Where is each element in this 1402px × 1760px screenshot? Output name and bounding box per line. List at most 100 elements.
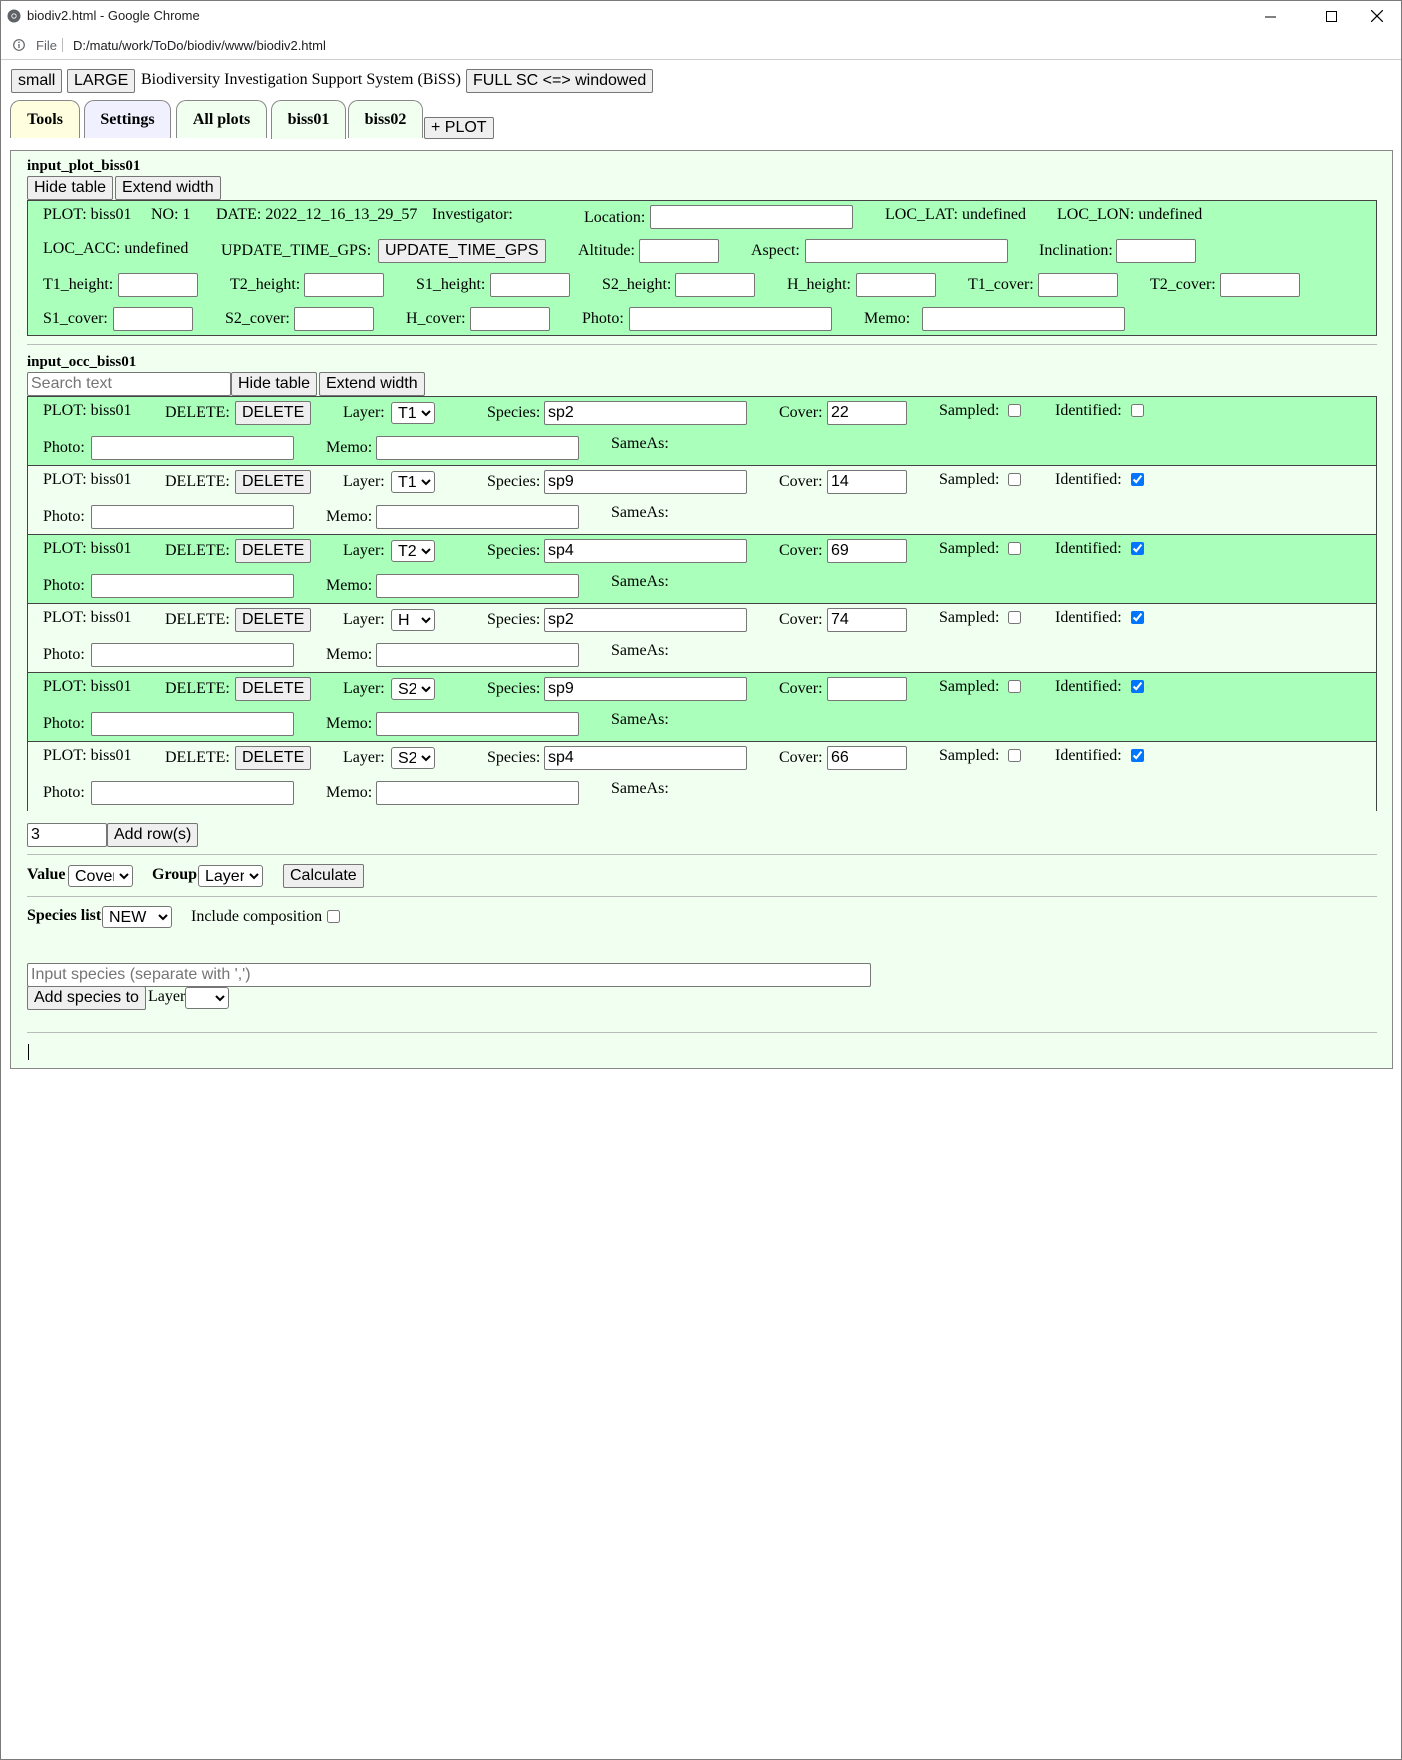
layer-select[interactable]: H	[391, 609, 435, 631]
tab-tools[interactable]: Tools	[10, 100, 80, 138]
species-layer-select[interactable]	[185, 987, 229, 1009]
plot-hide-table-button[interactable]: Hide table	[27, 176, 114, 200]
t1-height-input[interactable]	[118, 273, 198, 297]
group-select[interactable]: Layer	[198, 865, 263, 887]
delete-row-button[interactable]: DELETE	[235, 608, 312, 632]
delete-row-button[interactable]: DELETE	[235, 401, 312, 425]
sampled-checkbox[interactable]	[1008, 680, 1021, 693]
plot-extend-width-button[interactable]: Extend width	[115, 176, 221, 200]
t2-cover-input[interactable]	[1220, 273, 1300, 297]
tab-settings[interactable]: Settings	[84, 100, 171, 138]
photo-input[interactable]	[91, 781, 294, 805]
h-height-input[interactable]	[856, 273, 936, 297]
species-input[interactable]	[544, 401, 747, 425]
t2-height-input[interactable]	[304, 273, 384, 297]
identified-checkbox[interactable]	[1131, 680, 1144, 693]
small-button[interactable]: small	[11, 69, 63, 93]
photo-input[interactable]	[91, 574, 294, 598]
cover-input[interactable]	[827, 746, 907, 770]
update-time-gps-button[interactable]: UPDATE_TIME_GPS	[378, 239, 546, 263]
identified-checkbox[interactable]	[1131, 404, 1144, 417]
memo-input[interactable]	[376, 643, 579, 667]
tab-biss02[interactable]: biss02	[348, 100, 423, 138]
sampled-checkbox[interactable]	[1008, 611, 1021, 624]
fullscreen-toggle-button[interactable]: FULL SC <=> windowed	[466, 69, 654, 93]
species-input[interactable]	[544, 608, 747, 632]
aspect-input[interactable]	[805, 239, 1008, 263]
species-list-label: Species list	[27, 907, 102, 924]
tab-all-plots[interactable]: All plots	[176, 100, 267, 138]
delete-row-button[interactable]: DELETE	[235, 677, 312, 701]
occ-hide-table-button[interactable]: Hide table	[231, 372, 318, 396]
large-button[interactable]: LARGE	[67, 69, 136, 93]
identified-checkbox[interactable]	[1131, 611, 1144, 624]
s1-height-input[interactable]	[490, 273, 570, 297]
sampled-checkbox[interactable]	[1008, 404, 1021, 417]
include-composition-checkbox[interactable]	[327, 910, 340, 923]
species-input[interactable]	[544, 470, 747, 494]
close-window-button[interactable]	[1354, 1, 1400, 31]
url-text[interactable]: D:/matu/work/ToDo/biodiv/www/biodiv2.htm…	[73, 38, 326, 53]
species-input-list[interactable]	[27, 963, 871, 987]
info-icon[interactable]	[13, 39, 25, 51]
add-plot-button[interactable]: + PLOT	[424, 117, 494, 139]
location-input[interactable]	[650, 205, 853, 229]
photo-input[interactable]	[91, 436, 294, 460]
identified-checkbox[interactable]	[1131, 473, 1144, 486]
layer-select[interactable]: T2	[391, 540, 435, 562]
species-list-select[interactable]: NEW	[102, 906, 172, 928]
occ-search-input[interactable]	[27, 372, 231, 396]
memo-input[interactable]	[376, 712, 579, 736]
identified-checkbox[interactable]	[1131, 542, 1144, 555]
photo-input[interactable]	[91, 505, 294, 529]
occ-extend-width-button[interactable]: Extend width	[319, 372, 425, 396]
plot-id: PLOT: biss01	[43, 206, 132, 223]
h-cover-input[interactable]	[470, 307, 550, 331]
minimize-button[interactable]	[1247, 1, 1293, 31]
cover-input[interactable]	[827, 608, 907, 632]
tab-biss01[interactable]: biss01	[271, 100, 346, 139]
add-species-button[interactable]: Add species to	[27, 986, 146, 1010]
sampled-checkbox[interactable]	[1008, 542, 1021, 555]
sampled-checkbox[interactable]	[1008, 473, 1021, 486]
cover-input[interactable]	[827, 677, 907, 701]
add-rows-button[interactable]: Add row(s)	[107, 823, 199, 847]
delete-row-button[interactable]: DELETE	[235, 746, 312, 770]
tab-label: Tools	[27, 110, 63, 128]
memo-input[interactable]	[376, 574, 579, 598]
sameas-label: SameAs:	[611, 711, 669, 728]
layer-select[interactable]: T1	[391, 402, 435, 424]
photo-input[interactable]	[91, 712, 294, 736]
t1-cover-input[interactable]	[1038, 273, 1118, 297]
sampled-checkbox[interactable]	[1008, 749, 1021, 762]
inclination-input[interactable]	[1116, 239, 1196, 263]
cover-input[interactable]	[827, 401, 907, 425]
species-input[interactable]	[544, 677, 747, 701]
add-rows-count-input[interactable]	[27, 823, 107, 847]
species-input[interactable]	[544, 539, 747, 563]
value-select[interactable]: Cover	[68, 865, 133, 887]
species-input[interactable]	[544, 746, 747, 770]
memo-input[interactable]	[376, 505, 579, 529]
delete-row-button[interactable]: DELETE	[235, 470, 312, 494]
plot-memo-input[interactable]	[922, 307, 1125, 331]
identified-checkbox[interactable]	[1131, 749, 1144, 762]
cover-input[interactable]	[827, 470, 907, 494]
layer-select[interactable]: S2	[391, 747, 435, 769]
delete-row-button[interactable]: DELETE	[235, 539, 312, 563]
address-bar[interactable]: File D:/matu/work/ToDo/biodiv/www/biodiv…	[1, 31, 1401, 60]
photo-input[interactable]	[91, 643, 294, 667]
memo-input[interactable]	[376, 781, 579, 805]
s2-height-input[interactable]	[675, 273, 755, 297]
cover-input[interactable]	[827, 539, 907, 563]
s2-cover-input[interactable]	[294, 307, 374, 331]
layer-select[interactable]: T1	[391, 471, 435, 493]
plot-photo-input[interactable]	[629, 307, 832, 331]
species-label: Species:	[487, 404, 541, 421]
s1-cover-input[interactable]	[113, 307, 193, 331]
layer-select[interactable]: S2	[391, 678, 435, 700]
altitude-input[interactable]	[639, 239, 719, 263]
memo-input[interactable]	[376, 436, 579, 460]
maximize-button[interactable]	[1308, 1, 1354, 31]
calculate-button[interactable]: Calculate	[283, 864, 364, 888]
